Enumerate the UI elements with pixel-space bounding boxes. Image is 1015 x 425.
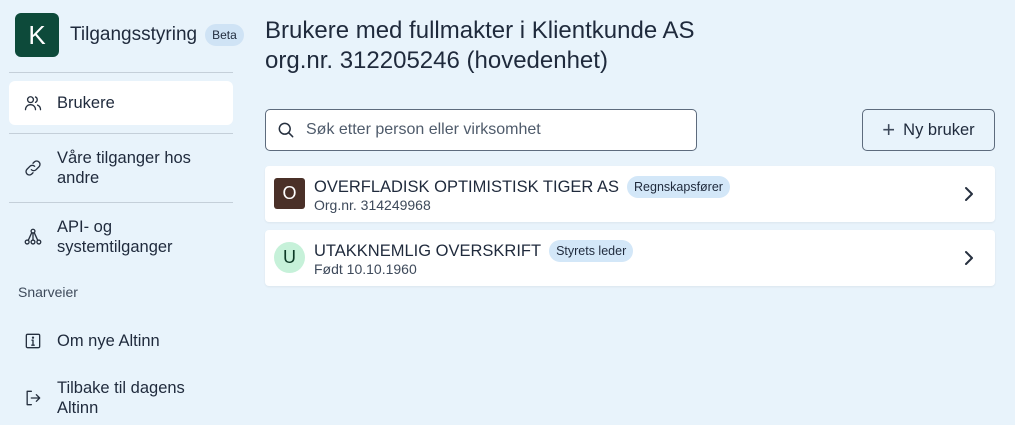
sidebar-item-label: Våre tilganger hos andre xyxy=(57,149,191,187)
link-icon xyxy=(9,158,57,178)
sidebar-item-api[interactable]: API- og systemtilganger xyxy=(9,215,233,259)
chevron-right-icon[interactable] xyxy=(961,184,977,209)
brand: K Tilgangsstyring Beta xyxy=(15,13,244,57)
user-name-line: OVERFLADISK OPTIMISTISK TIGER AS Regnska… xyxy=(314,176,730,198)
sidebar-item-vare-tilganger[interactable]: Våre tilganger hos andre xyxy=(9,146,233,190)
user-name: UTAKKNEMLIG OVERSKRIFT xyxy=(314,241,542,260)
sidebar-item-label: Om nye Altinn xyxy=(57,332,160,350)
plus-icon: + xyxy=(882,117,896,142)
app-title: Tilgangsstyring xyxy=(70,24,198,45)
sidebar-item-label: API- og systemtilganger xyxy=(57,218,173,256)
sidebar-item-label: Tilbake til dagens Altinn xyxy=(57,379,185,417)
sidebar-item-label: Brukere xyxy=(57,94,115,112)
divider xyxy=(9,133,233,134)
exit-icon xyxy=(9,388,57,408)
user-row[interactable]: U UTAKKNEMLIG OVERSKRIFT Styrets leder F… xyxy=(265,230,995,286)
avatar: O xyxy=(274,178,305,209)
divider xyxy=(9,72,233,73)
page-title-line1: Brukere med fullmakter i Klientkunde AS xyxy=(265,17,695,44)
network-icon xyxy=(9,227,57,247)
role-badge: Styrets leder xyxy=(549,240,634,262)
brand-logo[interactable]: K xyxy=(15,13,59,57)
page-title: Brukere med fullmakter i Klientkunde AS … xyxy=(265,16,965,76)
user-row[interactable]: O OVERFLADISK OPTIMISTISK TIGER AS Regns… xyxy=(265,166,995,222)
beta-badge: Beta xyxy=(205,24,244,46)
shortcuts-heading: Snarveier xyxy=(18,284,78,300)
divider xyxy=(9,202,233,203)
new-user-label: Ny bruker xyxy=(903,120,975,139)
sidebar-item-tilbake[interactable]: Tilbake til dagens Altinn xyxy=(9,376,233,420)
search-box[interactable] xyxy=(265,109,697,151)
sidebar: K Tilgangsstyring Beta Brukere Våre tilg… xyxy=(0,0,244,425)
search-icon xyxy=(266,120,306,140)
info-icon xyxy=(9,331,57,351)
user-name: OVERFLADISK OPTIMISTISK TIGER AS xyxy=(314,177,620,196)
search-input[interactable] xyxy=(306,121,686,139)
role-badge: Regnskapsfører xyxy=(627,176,730,198)
user-name-line: UTAKKNEMLIG OVERSKRIFT Styrets leder xyxy=(314,240,634,262)
sidebar-item-om-nye-altinn[interactable]: Om nye Altinn xyxy=(9,320,233,362)
user-subtitle: Født 10.10.1960 xyxy=(314,261,417,277)
chevron-right-icon[interactable] xyxy=(961,248,977,273)
users-icon xyxy=(9,93,57,113)
sidebar-item-brukere[interactable]: Brukere xyxy=(9,81,233,125)
user-subtitle: Org.nr. 314249968 xyxy=(314,197,431,213)
new-user-button[interactable]: + Ny bruker xyxy=(862,109,995,151)
avatar: U xyxy=(274,242,305,273)
page-title-line2: org.nr. 312205246 (hovedenhet) xyxy=(265,47,608,74)
